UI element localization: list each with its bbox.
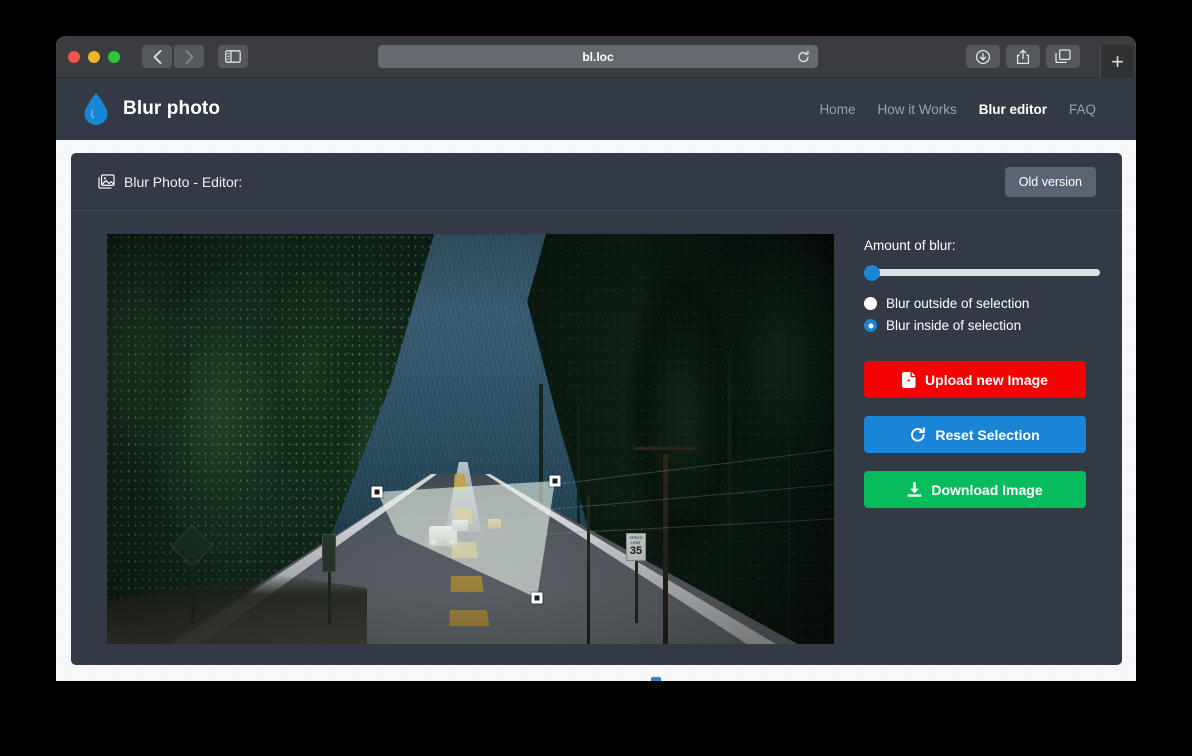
radio-outside-label: Blur outside of selection (886, 296, 1030, 311)
browser-window: bl.loc + Blur photo Home How it Works Bl… (56, 36, 1136, 681)
upload-button-label: Upload new Image (925, 371, 1048, 388)
tab-overview-icon (1055, 49, 1071, 64)
headlight-icon (431, 540, 436, 544)
sidebar-toggle-icon (225, 50, 241, 63)
reset-selection-button[interactable]: Reset Selection (864, 416, 1086, 453)
editor-card: Blur Photo - Editor: Old version SPEED L… (71, 153, 1122, 665)
tab-overview-button[interactable] (1046, 45, 1080, 68)
nav-link-how-it-works[interactable]: How it Works (877, 102, 956, 117)
site-brand[interactable]: Blur photo (82, 92, 220, 126)
slider-thumb[interactable] (864, 264, 880, 281)
sidebar-toggle-button[interactable] (218, 45, 248, 68)
page-footer-peek (651, 677, 661, 681)
headlight-icon (450, 540, 455, 544)
upload-new-image-button[interactable]: Upload new Image (864, 361, 1086, 398)
back-button[interactable] (142, 45, 172, 68)
browser-toolbar: bl.loc + (56, 36, 1136, 78)
source-photo: SPEED LIMIT 35 (107, 234, 834, 644)
brand-name: Blur photo (123, 98, 221, 119)
images-stack-icon (98, 174, 115, 189)
slider-track[interactable] (864, 264, 1100, 281)
sign-post (191, 562, 194, 624)
reset-button-label: Reset Selection (935, 426, 1040, 443)
reload-icon (798, 50, 809, 62)
road-sign-rect (322, 534, 336, 572)
nav-link-blur-editor[interactable]: Blur editor (979, 102, 1047, 117)
speed-limit-sign: SPEED LIMIT 35 (626, 533, 646, 561)
selection-handle[interactable] (371, 486, 383, 498)
browser-tools (966, 45, 1080, 68)
share-icon (1016, 49, 1030, 64)
redo-icon (911, 426, 926, 441)
reload-button[interactable] (797, 50, 810, 63)
chevron-left-icon (153, 49, 161, 64)
selection-handle[interactable] (531, 592, 543, 604)
url-text: bl.loc (582, 49, 614, 64)
editor-card-header: Blur Photo - Editor: Old version (71, 153, 1122, 211)
site-navbar: Blur photo Home How it Works Blur editor… (56, 78, 1136, 140)
maximize-window-button[interactable] (108, 50, 120, 63)
minimize-window-button[interactable] (88, 50, 100, 63)
forward-button[interactable] (174, 45, 204, 68)
download-icon (907, 481, 922, 497)
download-button-label: Download Image (931, 481, 1043, 498)
radio-inside-indicator[interactable] (864, 319, 877, 332)
car-white-far (452, 520, 468, 531)
radio-blur-outside[interactable]: Blur outside of selection (864, 296, 1100, 311)
nav-link-home[interactable]: Home (819, 102, 855, 117)
downloads-icon (975, 49, 991, 64)
web-page: Blur photo Home How it Works Blur editor… (56, 78, 1136, 681)
utility-pole (587, 496, 590, 644)
radio-blur-inside[interactable]: Blur inside of selection (864, 318, 1100, 333)
download-image-button[interactable]: Download Image (864, 471, 1086, 508)
navigation-buttons (142, 45, 204, 68)
close-window-button[interactable] (68, 50, 80, 63)
car-yellow (488, 519, 501, 529)
sidebar-toggle-wrap (218, 45, 248, 68)
sign-post (635, 561, 638, 623)
editor-title-group: Blur Photo - Editor: (98, 174, 242, 190)
blur-amount-label: Amount of blur: (864, 238, 956, 253)
window-controls (68, 50, 120, 63)
address-bar[interactable]: bl.loc (378, 45, 818, 68)
editor-body: SPEED LIMIT 35 Amount of blur: Blur outs… (71, 211, 1122, 644)
downloads-button[interactable] (966, 45, 1000, 68)
radio-inside-label: Blur inside of selection (886, 318, 1022, 333)
utility-pole (663, 454, 668, 644)
selection-handle[interactable] (549, 475, 561, 487)
water-drop-icon (84, 93, 108, 125)
share-button[interactable] (1006, 45, 1040, 68)
tree-trunk (727, 354, 732, 644)
sign-post (328, 572, 331, 624)
editor-title-text: Blur Photo - Editor: (124, 173, 243, 190)
editor-controls: Amount of blur: Blur outside of selectio… (864, 234, 1100, 644)
old-version-button[interactable]: Old version (1004, 166, 1096, 197)
chevron-right-icon (185, 49, 193, 64)
photo-canvas[interactable]: SPEED LIMIT 35 (107, 234, 834, 644)
file-upload-icon (902, 371, 916, 388)
site-nav-links: Home How it Works Blur editor FAQ (819, 102, 1096, 117)
utility-crossarm (634, 447, 696, 450)
new-tab-button[interactable]: + (1100, 45, 1134, 78)
speed-sign-value: 35 (629, 545, 643, 558)
radio-outside-indicator[interactable] (864, 297, 877, 310)
nav-link-faq[interactable]: FAQ (1069, 102, 1096, 117)
blur-amount-slider[interactable] (864, 264, 1100, 281)
